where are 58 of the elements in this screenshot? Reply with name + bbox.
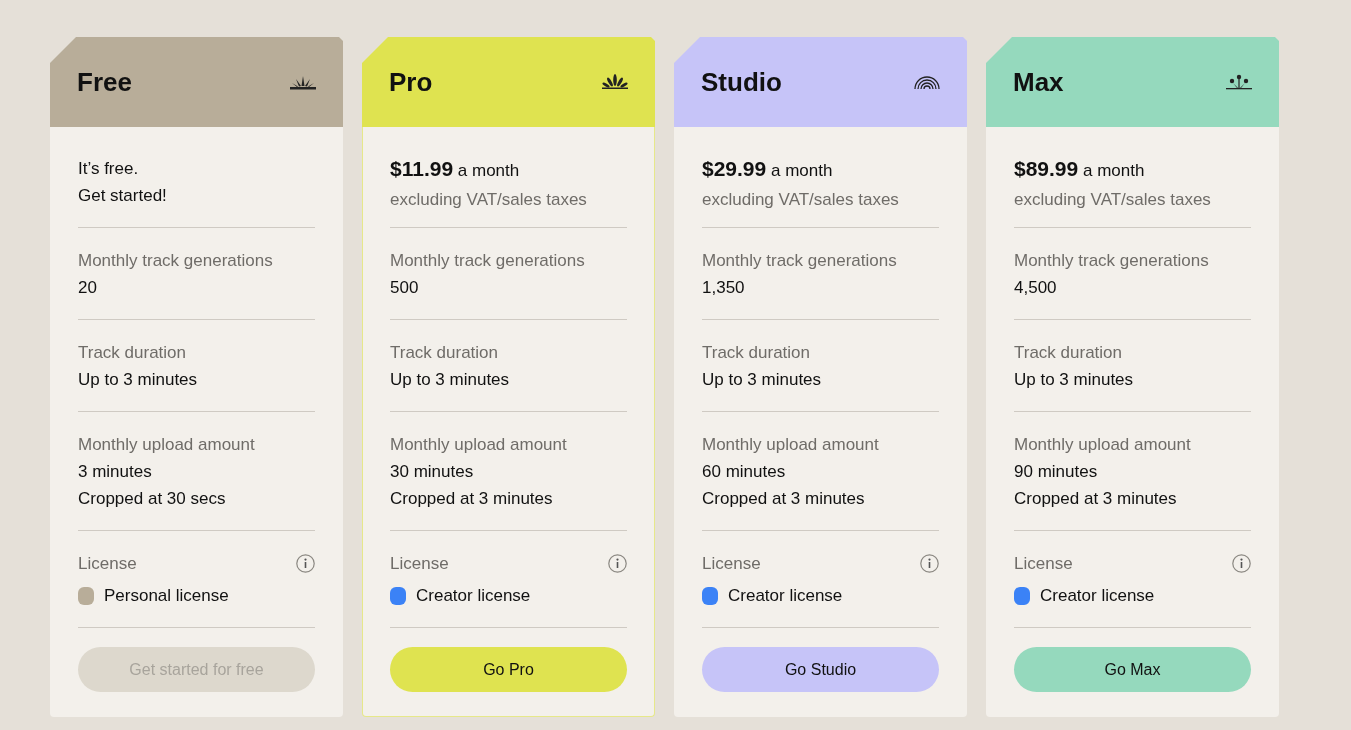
feature-label: Monthly track generations — [78, 250, 274, 272]
feature-label: Monthly upload amount — [78, 434, 256, 456]
feature-value: 4,500 — [1014, 277, 1058, 299]
feature-value: Cropped at 3 minutes — [702, 488, 866, 510]
feature-value: 90 minutes — [1014, 461, 1099, 483]
plan-button[interactable]: Go Max — [1014, 647, 1251, 692]
feature-value: Cropped at 3 minutes — [390, 488, 554, 510]
price-note: excluding VAT/sales taxes — [390, 189, 588, 211]
feature-label: Monthly upload amount — [390, 434, 568, 456]
feature-label: Track duration — [702, 342, 812, 364]
plan-title: Max — [1013, 65, 1064, 99]
feature-value: Up to 3 minutes — [702, 369, 823, 391]
feature-value: 1,350 — [702, 277, 746, 299]
feature-label: Monthly upload amount — [1014, 434, 1192, 456]
feature-label: License — [1014, 553, 1073, 575]
license-name: Creator license — [1040, 585, 1155, 607]
feature-label: Track duration — [390, 342, 500, 364]
feature-value: Up to 3 minutes — [1014, 369, 1135, 391]
plan-title: Pro — [389, 65, 433, 99]
feature-value: Cropped at 30 secs — [78, 488, 227, 510]
info-icon[interactable] — [608, 554, 627, 573]
sprout-icon — [1225, 74, 1253, 90]
feature-value: Up to 3 minutes — [390, 369, 511, 391]
price: $11.99 a month — [390, 156, 521, 182]
info-icon[interactable] — [920, 554, 939, 573]
feature-value: 30 minutes — [390, 461, 475, 483]
feature-value: Cropped at 3 minutes — [1014, 488, 1178, 510]
feature-value: Up to 3 minutes — [78, 369, 199, 391]
feature-label: Track duration — [78, 342, 188, 364]
plan-button[interactable]: Go Pro — [390, 647, 627, 692]
feature-value: 20 — [78, 277, 98, 299]
feature-label: Monthly track generations — [1014, 250, 1210, 272]
license-name: Creator license — [416, 585, 531, 607]
price-note: excluding VAT/sales taxes — [1014, 189, 1212, 211]
feature-label: Monthly track generations — [702, 250, 898, 272]
plan-button[interactable]: Go Studio — [702, 647, 939, 692]
intro-text: It’s free. — [78, 158, 140, 180]
feature-label: License — [78, 553, 137, 575]
rainbow-icon — [913, 74, 941, 90]
feature-label: Monthly upload amount — [702, 434, 880, 456]
plan-title: Studio — [701, 65, 782, 99]
info-icon[interactable] — [296, 554, 315, 573]
feature-label: License — [702, 553, 761, 575]
intro-text: Get started! — [78, 185, 168, 207]
price-note: excluding VAT/sales taxes — [702, 189, 900, 211]
fan-icon — [601, 74, 629, 90]
license-name: Personal license — [104, 585, 229, 607]
plan-title: Free — [77, 65, 132, 99]
feature-value: 500 — [390, 277, 420, 299]
feature-value: 3 minutes — [78, 461, 153, 483]
info-icon[interactable] — [1232, 554, 1251, 573]
feature-label: License — [390, 553, 449, 575]
license-name: Creator license — [728, 585, 843, 607]
feature-label: Monthly track generations — [390, 250, 586, 272]
price: $89.99 a month — [1014, 156, 1146, 182]
price: $29.99 a month — [702, 156, 834, 182]
feature-label: Track duration — [1014, 342, 1124, 364]
feature-value: 60 minutes — [702, 461, 787, 483]
